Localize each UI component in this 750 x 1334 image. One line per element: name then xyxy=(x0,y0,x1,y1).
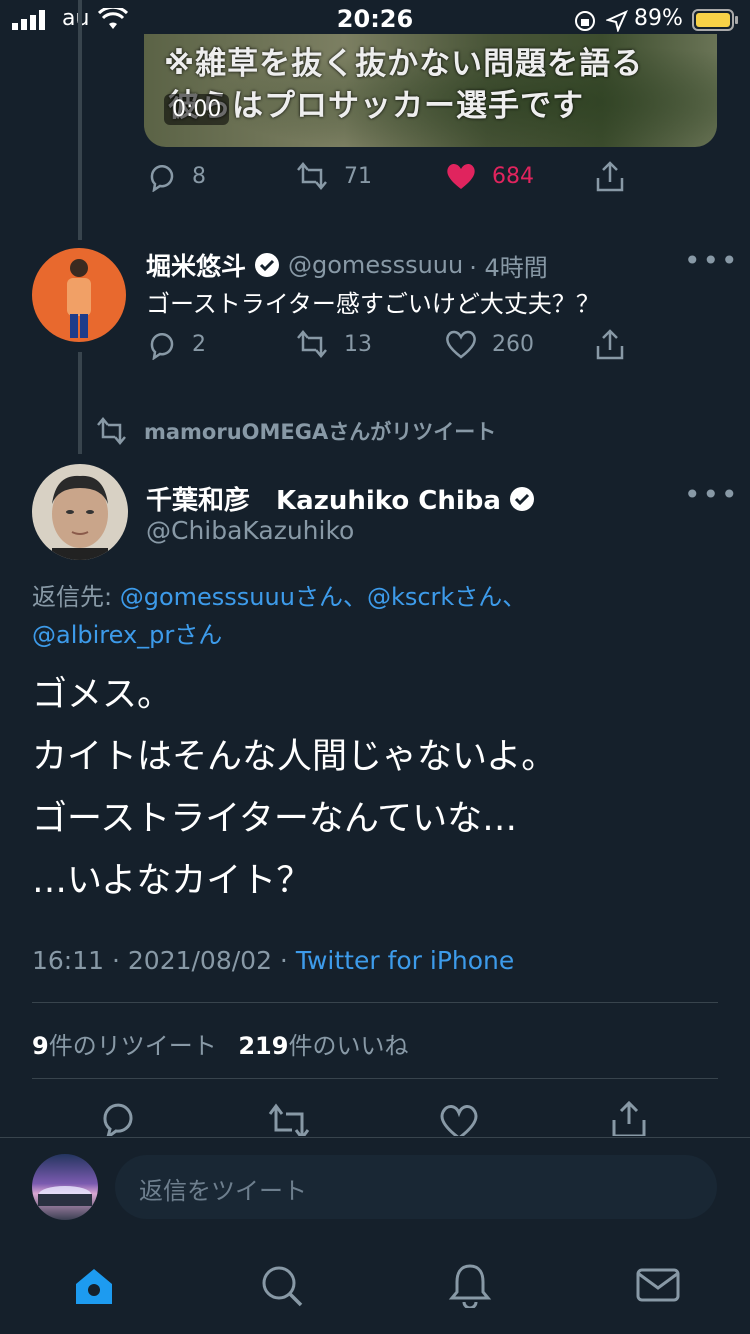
tweet-line: カイトはそんな人間じゃないよ。 xyxy=(32,737,557,777)
reply-button[interactable]: 2 xyxy=(146,328,206,360)
search-icon[interactable] xyxy=(260,1264,304,1308)
retweet-total[interactable]: 9 xyxy=(32,1032,49,1060)
video-caption: ※雑草を抜く抜かない問題を語る xyxy=(164,46,644,82)
verified-icon xyxy=(509,486,534,511)
reply-to-mentions[interactable]: @gomesssuuuさん、@kscrkさん、 xyxy=(120,583,527,611)
author-name[interactable]: 堀米悠斗 xyxy=(146,247,246,283)
author-name[interactable]: 千葉和彦 Kazuhiko Chiba xyxy=(146,480,501,517)
tweet-meta: 16:11 · 2021/08/02 · Twitter for iPhone xyxy=(32,946,514,975)
mail-icon[interactable] xyxy=(636,1266,680,1306)
author-handle[interactable]: @gomesssuuu xyxy=(288,251,463,279)
verified-icon xyxy=(255,253,280,277)
reply-to-mentions[interactable]: @albirex_prさん xyxy=(32,621,222,649)
share-button[interactable] xyxy=(594,328,640,362)
bell-icon[interactable] xyxy=(448,1262,492,1308)
reply-composer[interactable]: 返信をツイート xyxy=(115,1155,717,1219)
home-icon[interactable] xyxy=(72,1264,116,1308)
engagement-stats: 9件のリツイート 219件のいいね xyxy=(32,1026,408,1061)
retweeted-by[interactable]: mamoruOMEGAさんがリツイート xyxy=(144,416,496,446)
reply-icon xyxy=(150,332,174,360)
retweet-context: mamoruOMEGAさんがリツイート xyxy=(94,416,496,446)
video-player[interactable]: ※雑草を抜く抜かない問題を語る 彼らはプロサッカー選手です 0:00 xyxy=(144,34,717,147)
avatar[interactable] xyxy=(32,464,128,560)
tweet-time: · 4時間 xyxy=(469,253,548,282)
share-icon xyxy=(596,329,624,360)
reply-button[interactable]: 8 xyxy=(146,160,206,192)
reply-icon[interactable] xyxy=(100,1100,138,1136)
like-total[interactable]: 219 xyxy=(238,1032,288,1060)
source-link[interactable]: Twitter for iPhone xyxy=(296,946,514,975)
divider xyxy=(32,1002,718,1003)
my-avatar[interactable] xyxy=(32,1154,98,1220)
retweet-icon xyxy=(297,330,327,358)
share-icon[interactable] xyxy=(610,1098,648,1136)
divider xyxy=(32,1078,718,1079)
like-button[interactable]: 260 xyxy=(444,328,534,360)
reply-count: 8 xyxy=(192,163,206,189)
share-icon xyxy=(596,161,624,192)
battery-percent: 89% xyxy=(634,6,683,31)
reply-to-label: 返信先: xyxy=(32,583,113,611)
avatar[interactable] xyxy=(32,248,126,342)
retweet-button[interactable]: 13 xyxy=(294,328,372,360)
timestamp: 16:11 · 2021/08/02 · xyxy=(32,946,296,975)
retweet-count: 71 xyxy=(344,163,372,189)
share-button[interactable] xyxy=(594,160,640,194)
more-icon[interactable]: ••• xyxy=(684,478,740,511)
video-duration: 0:00 xyxy=(164,94,230,125)
reply-count: 2 xyxy=(192,331,206,357)
rotation-lock-icon xyxy=(575,11,595,31)
tweet-body: ゴメス。 カイトはそんな人間じゃないよ。 ゴーストライターなんていな… …いよな… xyxy=(32,664,556,912)
retweet-icon[interactable] xyxy=(266,1102,312,1136)
like-button[interactable]: 684 xyxy=(444,160,534,192)
stadium-photo xyxy=(38,1186,92,1206)
like-count: 684 xyxy=(492,163,534,189)
retweet-icon xyxy=(97,417,126,445)
more-icon[interactable]: ••• xyxy=(684,244,740,277)
retweet-button[interactable]: 71 xyxy=(294,160,372,192)
tweet-line: ゴメス。 xyxy=(32,675,173,715)
thread-line xyxy=(78,0,82,240)
tweet-line: …いよなカイト？ xyxy=(32,861,312,901)
retweet-count: 13 xyxy=(344,331,372,357)
thread-line xyxy=(78,352,82,454)
location-icon xyxy=(606,10,628,32)
tab-bar xyxy=(0,1240,750,1334)
tweet-header: 堀米悠斗 @gomesssuuu · 4時間 xyxy=(146,247,548,283)
heart-icon xyxy=(447,163,475,189)
composer-placeholder: 返信をツイート xyxy=(139,1177,307,1205)
retweet-total-label[interactable]: 件のリツイート xyxy=(49,1032,217,1060)
retweet-icon xyxy=(297,162,327,190)
heart-icon[interactable] xyxy=(438,1102,480,1136)
profile-photo xyxy=(52,475,108,560)
reply-to: 返信先: @gomesssuuuさん、@kscrkさん、 @albirex_pr… xyxy=(32,578,526,654)
tweet-line: ゴーストライターなんていな… xyxy=(32,799,518,839)
reply-icon xyxy=(150,164,174,192)
video-caption: 彼らはプロサッカー選手です xyxy=(168,88,584,124)
author-handle[interactable]: @ChibaKazuhiko xyxy=(146,516,354,545)
heart-icon xyxy=(446,330,476,359)
tweet-action-bar xyxy=(0,1096,750,1136)
battery-icon xyxy=(692,9,738,31)
like-total-label[interactable]: 件のいいね xyxy=(288,1032,408,1060)
divider xyxy=(0,1137,750,1138)
like-count: 260 xyxy=(492,331,534,357)
tweet-header: 千葉和彦 Kazuhiko Chiba xyxy=(146,480,535,517)
tweet-text: ゴーストライター感すごいけど大丈夫？？ xyxy=(146,290,600,318)
player-photo xyxy=(67,259,91,338)
